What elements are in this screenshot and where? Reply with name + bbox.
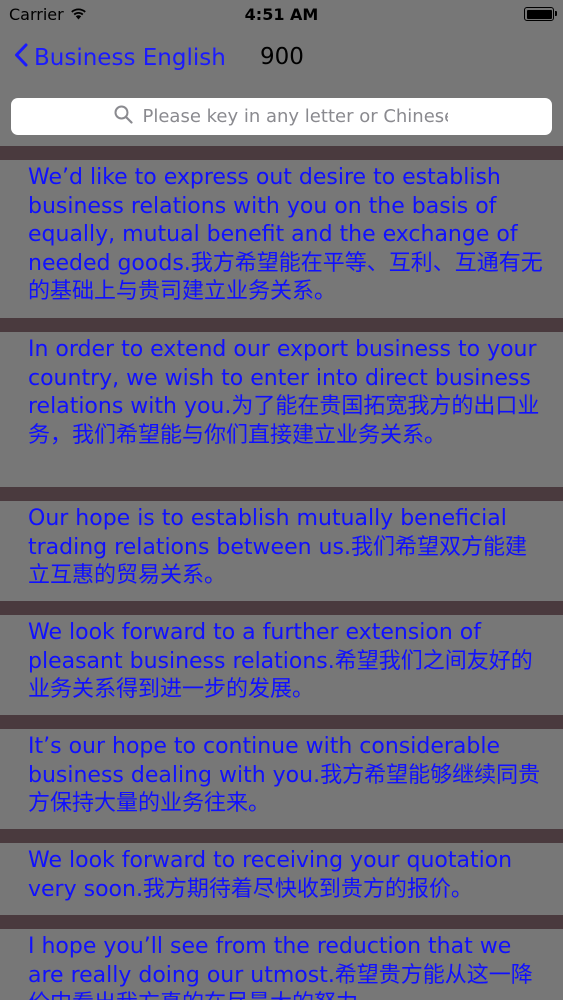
row-separator [0, 487, 563, 501]
back-button[interactable]: Business English [14, 40, 226, 76]
battery-icon [524, 7, 557, 21]
navigation-bar: Business English 900 [0, 30, 563, 86]
search-input[interactable] [140, 105, 450, 128]
search-field[interactable] [11, 98, 552, 135]
row-separator [0, 915, 563, 929]
sentence-text: We look forward to a further extension o… [28, 620, 533, 702]
row-separator [0, 146, 563, 160]
row-separator [0, 829, 563, 843]
sentence-text: I hope you’ll see from the reduction tha… [28, 934, 533, 1000]
sentence-text: In order to extend our export business t… [28, 337, 540, 448]
sentence-text: We’d like to express out desire to estab… [28, 165, 543, 304]
back-label: Business English [34, 45, 226, 71]
search-bar [0, 86, 563, 146]
row-separator [0, 715, 563, 729]
list-item[interactable]: I hope you’ll see from the reduction tha… [0, 929, 563, 1000]
search-icon [114, 105, 133, 129]
list-item[interactable]: We’d like to express out desire to estab… [0, 160, 563, 318]
sentence-text: Our hope is to establish mutually benefi… [28, 506, 527, 588]
row-separator [0, 601, 563, 615]
row-separator [0, 318, 563, 332]
sentence-text: We look forward to receiving your quotat… [28, 848, 513, 902]
chevron-left-icon [14, 43, 28, 73]
sentence-text: It’s our hope to continue with considera… [28, 734, 541, 816]
list-item[interactable]: It’s our hope to continue with considera… [0, 729, 563, 829]
list-item[interactable]: Our hope is to establish mutually benefi… [0, 501, 563, 601]
sentence-list: We’d like to express out desire to estab… [0, 146, 563, 1000]
list-item[interactable]: We look forward to a further extension o… [0, 615, 563, 715]
page-title: 900 [260, 44, 304, 70]
list-item[interactable]: In order to extend our export business t… [0, 332, 563, 487]
list-item[interactable]: We look forward to receiving your quotat… [0, 843, 563, 915]
status-bar: Carrier 4:51 AM [0, 0, 563, 30]
status-time: 4:51 AM [244, 5, 319, 24]
